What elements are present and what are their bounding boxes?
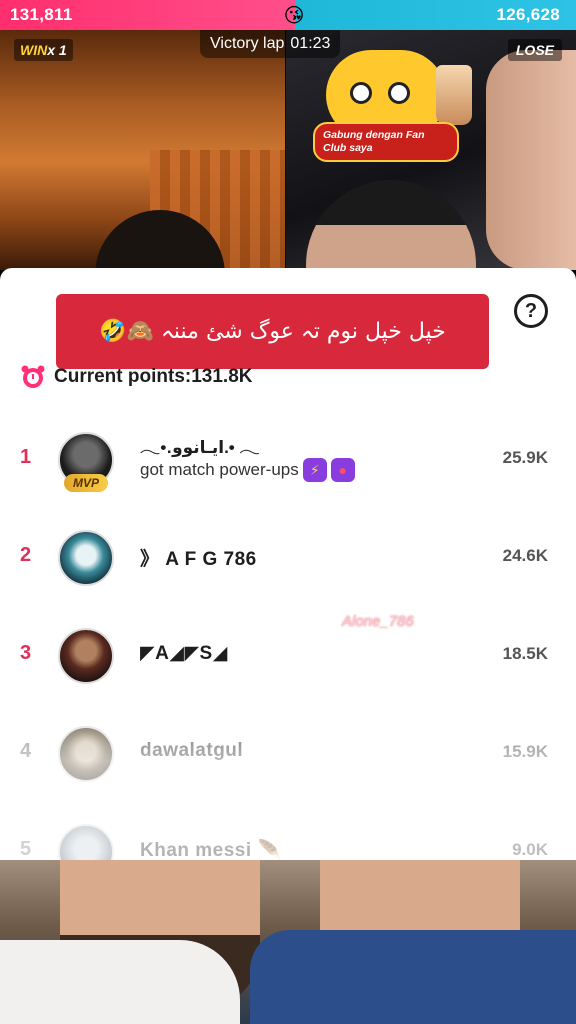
victory-lap-timer: Victory lap 01:23 [200, 30, 341, 58]
rank-number: 4 [20, 740, 32, 762]
leaderboard-row[interactable]: 2 》 A F G 786 24.6K [0, 522, 576, 592]
leaderboard-row[interactable]: 4 dawalatgul 15.9K [0, 718, 576, 788]
username: Khan messi 🪶 [140, 838, 282, 860]
guest-shirt [0, 940, 240, 1024]
host-video-left[interactable] [0, 30, 285, 300]
user-score: 25.9K [502, 448, 548, 467]
user-score: 9.0K [512, 840, 548, 859]
rank-number: 5 [20, 838, 32, 860]
rank-number: 1 [20, 446, 32, 468]
fan-club-button[interactable]: Gabung dengan Fan Club saya [313, 122, 459, 162]
win-streak-badge: WINx 1 [14, 39, 73, 61]
user-score: 18.5K [502, 644, 548, 663]
mascot-eye [350, 82, 372, 104]
win-count: x 1 [47, 42, 67, 58]
current-points: Current points:131.8K [20, 364, 252, 390]
emoji-kiss-icon: 😘 [283, 4, 305, 27]
username: dawalatgul [140, 740, 244, 761]
rank-number: 3 [20, 642, 32, 664]
left-score: 131,811 [10, 5, 73, 24]
avatar[interactable] [58, 530, 114, 586]
feather-icon: 𓂃 [140, 438, 161, 457]
rocket-icon: ● [330, 458, 355, 482]
username: 𓂃•.ایـانوو.• 𓂃 [140, 430, 260, 459]
bubble-tea-sticker [436, 65, 472, 125]
feather-icon: 🪶 [257, 840, 282, 860]
feather-icon: 𓂃 [239, 438, 260, 457]
points-label: Current points:131.8K [54, 366, 253, 387]
help-circle-icon[interactable]: ? [514, 294, 548, 328]
opponent-hand [486, 50, 576, 270]
opponent-head [306, 180, 476, 280]
avatar[interactable] [58, 824, 114, 860]
pinned-comment-banner: خپل خپل نوم تہ عوگ شئ مننہ 🙈🤣 [56, 294, 489, 369]
victory-timer: 01:23 [290, 35, 331, 52]
user-score: 15.9K [502, 742, 548, 761]
power-up-text: got match power-ups [140, 460, 299, 479]
avatar[interactable] [58, 726, 114, 782]
lightning-icon: ⚡ [302, 458, 327, 482]
alarm-clock-icon [20, 364, 46, 390]
power-up-status: got match power-ups ⚡ ● [140, 458, 355, 482]
lose-badge: LOSE [507, 39, 562, 61]
avatar[interactable] [58, 628, 114, 684]
leaderboard-sheet: خپل خپل نوم تہ عوگ شئ مننہ 🙈🤣 ? Current … [0, 268, 576, 860]
leaderboard-row[interactable]: 3 ◤A◢◤S◢ 18.5K [0, 620, 576, 690]
username: 》 A F G 786 [140, 549, 257, 570]
username: ◤A◢◤S◢ [140, 643, 228, 664]
guest-scarf [250, 930, 576, 1024]
victory-label: Victory lap [210, 35, 285, 52]
mvp-badge: MVP [64, 474, 108, 492]
rank-number: 2 [20, 544, 32, 566]
mascot-eye [388, 82, 410, 104]
leaderboard-row[interactable]: 1 MVP 𓂃•.ایـانوو.• 𓂃 got match power-ups… [0, 424, 576, 494]
leaderboard-row[interactable]: 5 Khan messi 🪶 9.0K [0, 816, 576, 860]
username-text: •.ایـانوو.• [160, 438, 240, 457]
win-label: WIN [20, 42, 48, 58]
user-score: 24.6K [502, 546, 548, 565]
watermark: Alone_786 [342, 613, 414, 630]
right-score: 126,628 [496, 5, 560, 24]
username-text: Khan messi [140, 840, 252, 860]
